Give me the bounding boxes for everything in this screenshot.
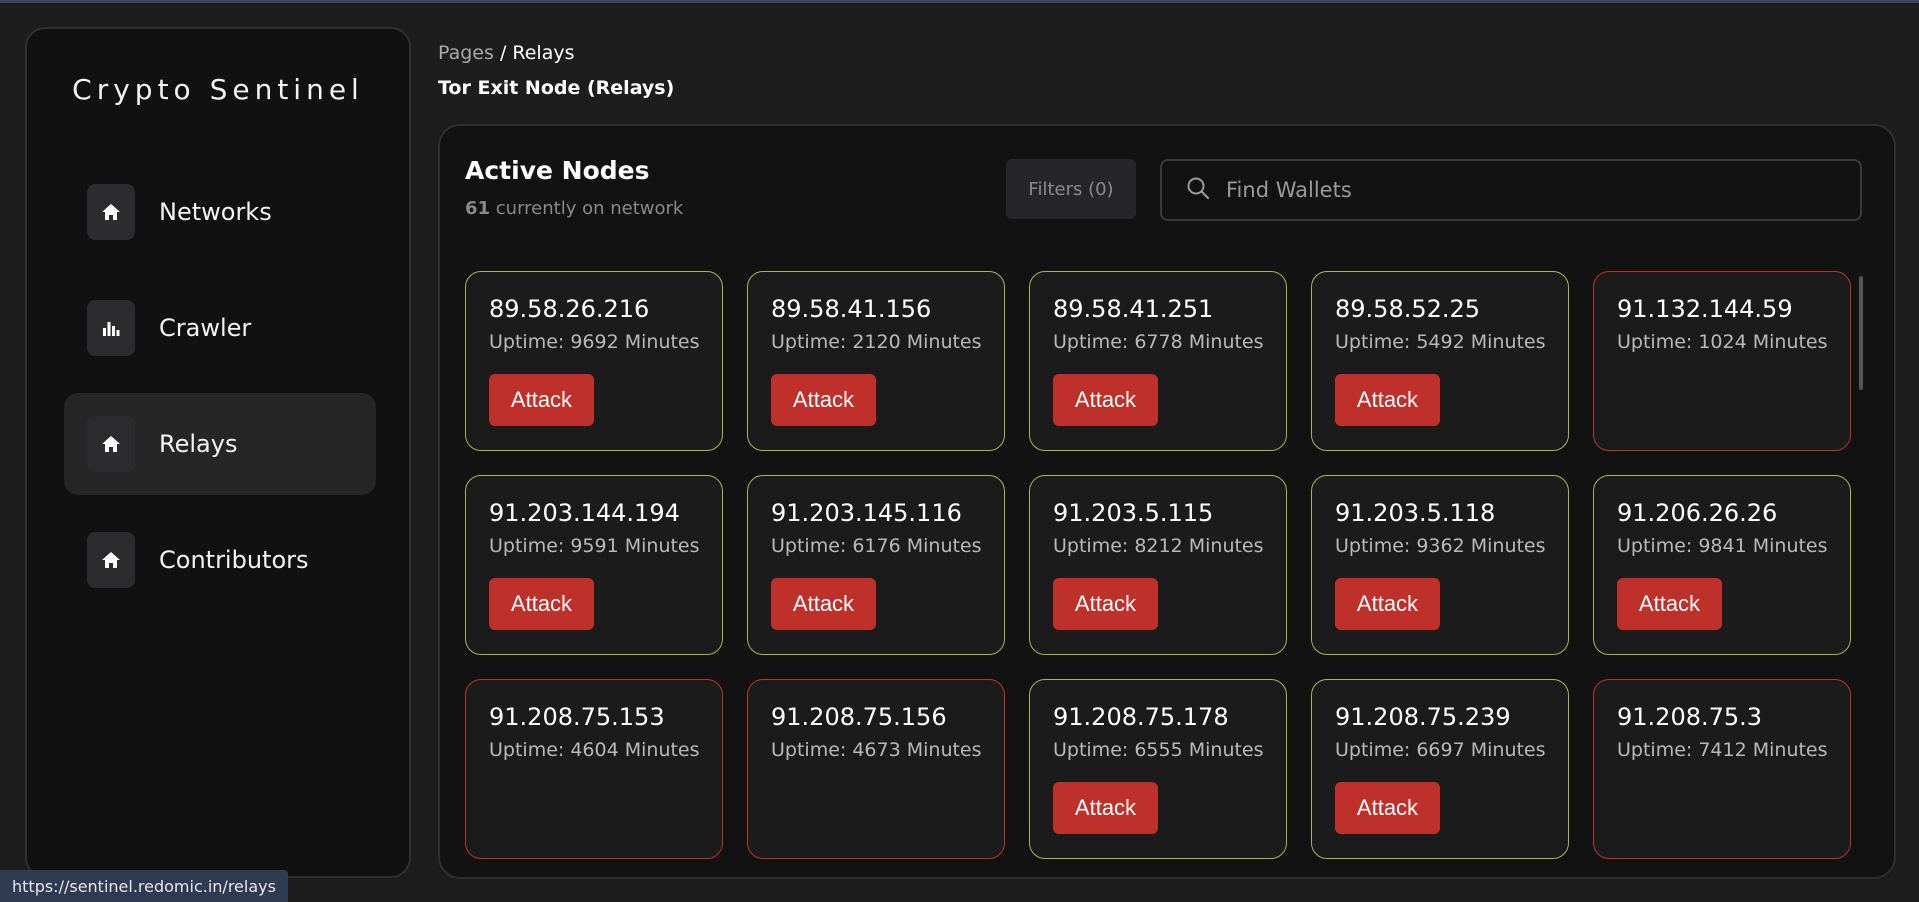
node-ip: 91.203.5.115 xyxy=(1053,499,1214,527)
breadcrumb: Pages / Relays xyxy=(438,42,575,64)
node-ip: 89.58.41.156 xyxy=(771,295,932,323)
page-title: Tor Exit Node (Relays) xyxy=(438,77,675,99)
home-icon xyxy=(87,184,135,240)
attack-button[interactable]: Attack xyxy=(1053,374,1158,426)
attack-button[interactable]: Attack xyxy=(771,374,876,426)
sidebar-item-networks[interactable]: Networks xyxy=(64,161,376,263)
node-uptime: Uptime: 6555 Minutes xyxy=(1053,739,1264,761)
node-card: 91.203.144.194 Uptime: 9591 Minutes Attack xyxy=(465,475,723,655)
window-top-edge xyxy=(0,0,1919,3)
node-card: 91.208.75.178 Uptime: 6555 Minutes Attack xyxy=(1029,679,1287,859)
breadcrumb-current: Relays xyxy=(512,42,575,64)
sidebar-item-crawler[interactable]: Crawler xyxy=(64,277,376,379)
node-uptime: Uptime: 1024 Minutes xyxy=(1617,331,1828,353)
brand-title: Crypto Sentinel xyxy=(72,73,364,106)
node-card: 91.203.145.116 Uptime: 6176 Minutes Attack xyxy=(747,475,1005,655)
node-uptime: Uptime: 6697 Minutes xyxy=(1335,739,1546,761)
sidebar-item-relays[interactable]: Relays xyxy=(64,393,376,495)
node-ip: 91.208.75.178 xyxy=(1053,703,1229,731)
node-ip: 91.203.5.118 xyxy=(1335,499,1496,527)
node-ip: 91.203.144.194 xyxy=(489,499,680,527)
node-count: 61 xyxy=(465,198,491,219)
node-ip: 89.58.26.216 xyxy=(489,295,650,323)
attack-button[interactable]: Attack xyxy=(771,578,876,630)
node-card: 91.132.144.59 Uptime: 1024 Minutes xyxy=(1593,271,1851,451)
filters-button[interactable]: Filters (0) xyxy=(1006,159,1136,219)
scrollbar-thumb[interactable] xyxy=(1859,276,1863,390)
node-card: 91.208.75.239 Uptime: 6697 Minutes Attack xyxy=(1311,679,1569,859)
node-uptime: Uptime: 9692 Minutes xyxy=(489,331,700,353)
node-card: 91.203.5.118 Uptime: 9362 Minutes Attack xyxy=(1311,475,1569,655)
node-uptime: Uptime: 4673 Minutes xyxy=(771,739,982,761)
node-uptime: Uptime: 8212 Minutes xyxy=(1053,535,1264,557)
sidebar-item-label: Contributors xyxy=(159,546,309,574)
status-bar-url: https://sentinel.redomic.in/relays xyxy=(0,870,288,902)
node-card: 89.58.41.156 Uptime: 2120 Minutes Attack xyxy=(747,271,1005,451)
breadcrumb-separator: / xyxy=(493,42,513,64)
attack-button[interactable]: Attack xyxy=(489,578,594,630)
attack-button[interactable]: Attack xyxy=(489,374,594,426)
node-count-text: 61 currently on network xyxy=(465,198,683,219)
search-box xyxy=(1160,159,1862,221)
search-input[interactable] xyxy=(1224,177,1848,203)
node-ip: 91.132.144.59 xyxy=(1617,295,1793,323)
node-ip: 89.58.41.251 xyxy=(1053,295,1214,323)
node-card: 89.58.52.25 Uptime: 5492 Minutes Attack xyxy=(1311,271,1569,451)
node-ip: 91.206.26.26 xyxy=(1617,499,1778,527)
breadcrumb-root[interactable]: Pages xyxy=(438,42,494,64)
sidebar-item-label: Networks xyxy=(159,198,272,226)
node-card: 89.58.41.251 Uptime: 6778 Minutes Attack xyxy=(1029,271,1287,451)
node-uptime: Uptime: 6176 Minutes xyxy=(771,535,982,557)
node-uptime: Uptime: 7412 Minutes xyxy=(1617,739,1828,761)
attack-button[interactable]: Attack xyxy=(1053,782,1158,834)
node-ip: 89.58.52.25 xyxy=(1335,295,1481,323)
sidebar-item-label: Relays xyxy=(159,430,238,458)
node-count-suffix: currently on network xyxy=(490,198,684,219)
node-card: 91.203.5.115 Uptime: 8212 Minutes Attack xyxy=(1029,475,1287,655)
search-icon xyxy=(1186,176,1210,204)
node-card: 91.206.26.26 Uptime: 9841 Minutes Attack xyxy=(1593,475,1851,655)
node-ip: 91.203.145.116 xyxy=(771,499,962,527)
panel-title: Active Nodes xyxy=(465,156,650,185)
sidebar-item-contributors[interactable]: Contributors xyxy=(64,509,376,611)
attack-button[interactable]: Attack xyxy=(1335,578,1440,630)
node-uptime: Uptime: 2120 Minutes xyxy=(771,331,982,353)
active-nodes-panel: Active Nodes 61 currently on network Fil… xyxy=(438,124,1896,879)
bar-chart-icon xyxy=(87,300,135,356)
attack-button[interactable]: Attack xyxy=(1335,782,1440,834)
node-uptime: Uptime: 9362 Minutes xyxy=(1335,535,1546,557)
node-uptime: Uptime: 5492 Minutes xyxy=(1335,331,1546,353)
node-ip: 91.208.75.239 xyxy=(1335,703,1511,731)
attack-button[interactable]: Attack xyxy=(1335,374,1440,426)
home-icon xyxy=(87,532,135,588)
attack-button[interactable]: Attack xyxy=(1053,578,1158,630)
node-uptime: Uptime: 9591 Minutes xyxy=(489,535,700,557)
node-card: 91.208.75.153 Uptime: 4604 Minutes xyxy=(465,679,723,859)
node-card: 91.208.75.3 Uptime: 7412 Minutes xyxy=(1593,679,1851,859)
node-ip: 91.208.75.3 xyxy=(1617,703,1763,731)
node-card: 89.58.26.216 Uptime: 9692 Minutes Attack xyxy=(465,271,723,451)
node-card: 91.208.75.156 Uptime: 4673 Minutes xyxy=(747,679,1005,859)
node-uptime: Uptime: 6778 Minutes xyxy=(1053,331,1264,353)
home-icon xyxy=(87,416,135,472)
node-ip: 91.208.75.153 xyxy=(489,703,665,731)
sidebar-item-label: Crawler xyxy=(159,314,252,342)
node-uptime: Uptime: 9841 Minutes xyxy=(1617,535,1828,557)
attack-button[interactable]: Attack xyxy=(1617,578,1722,630)
sidebar: Crypto Sentinel Networks Crawler Relays … xyxy=(25,27,411,878)
node-uptime: Uptime: 4604 Minutes xyxy=(489,739,700,761)
node-ip: 91.208.75.156 xyxy=(771,703,947,731)
